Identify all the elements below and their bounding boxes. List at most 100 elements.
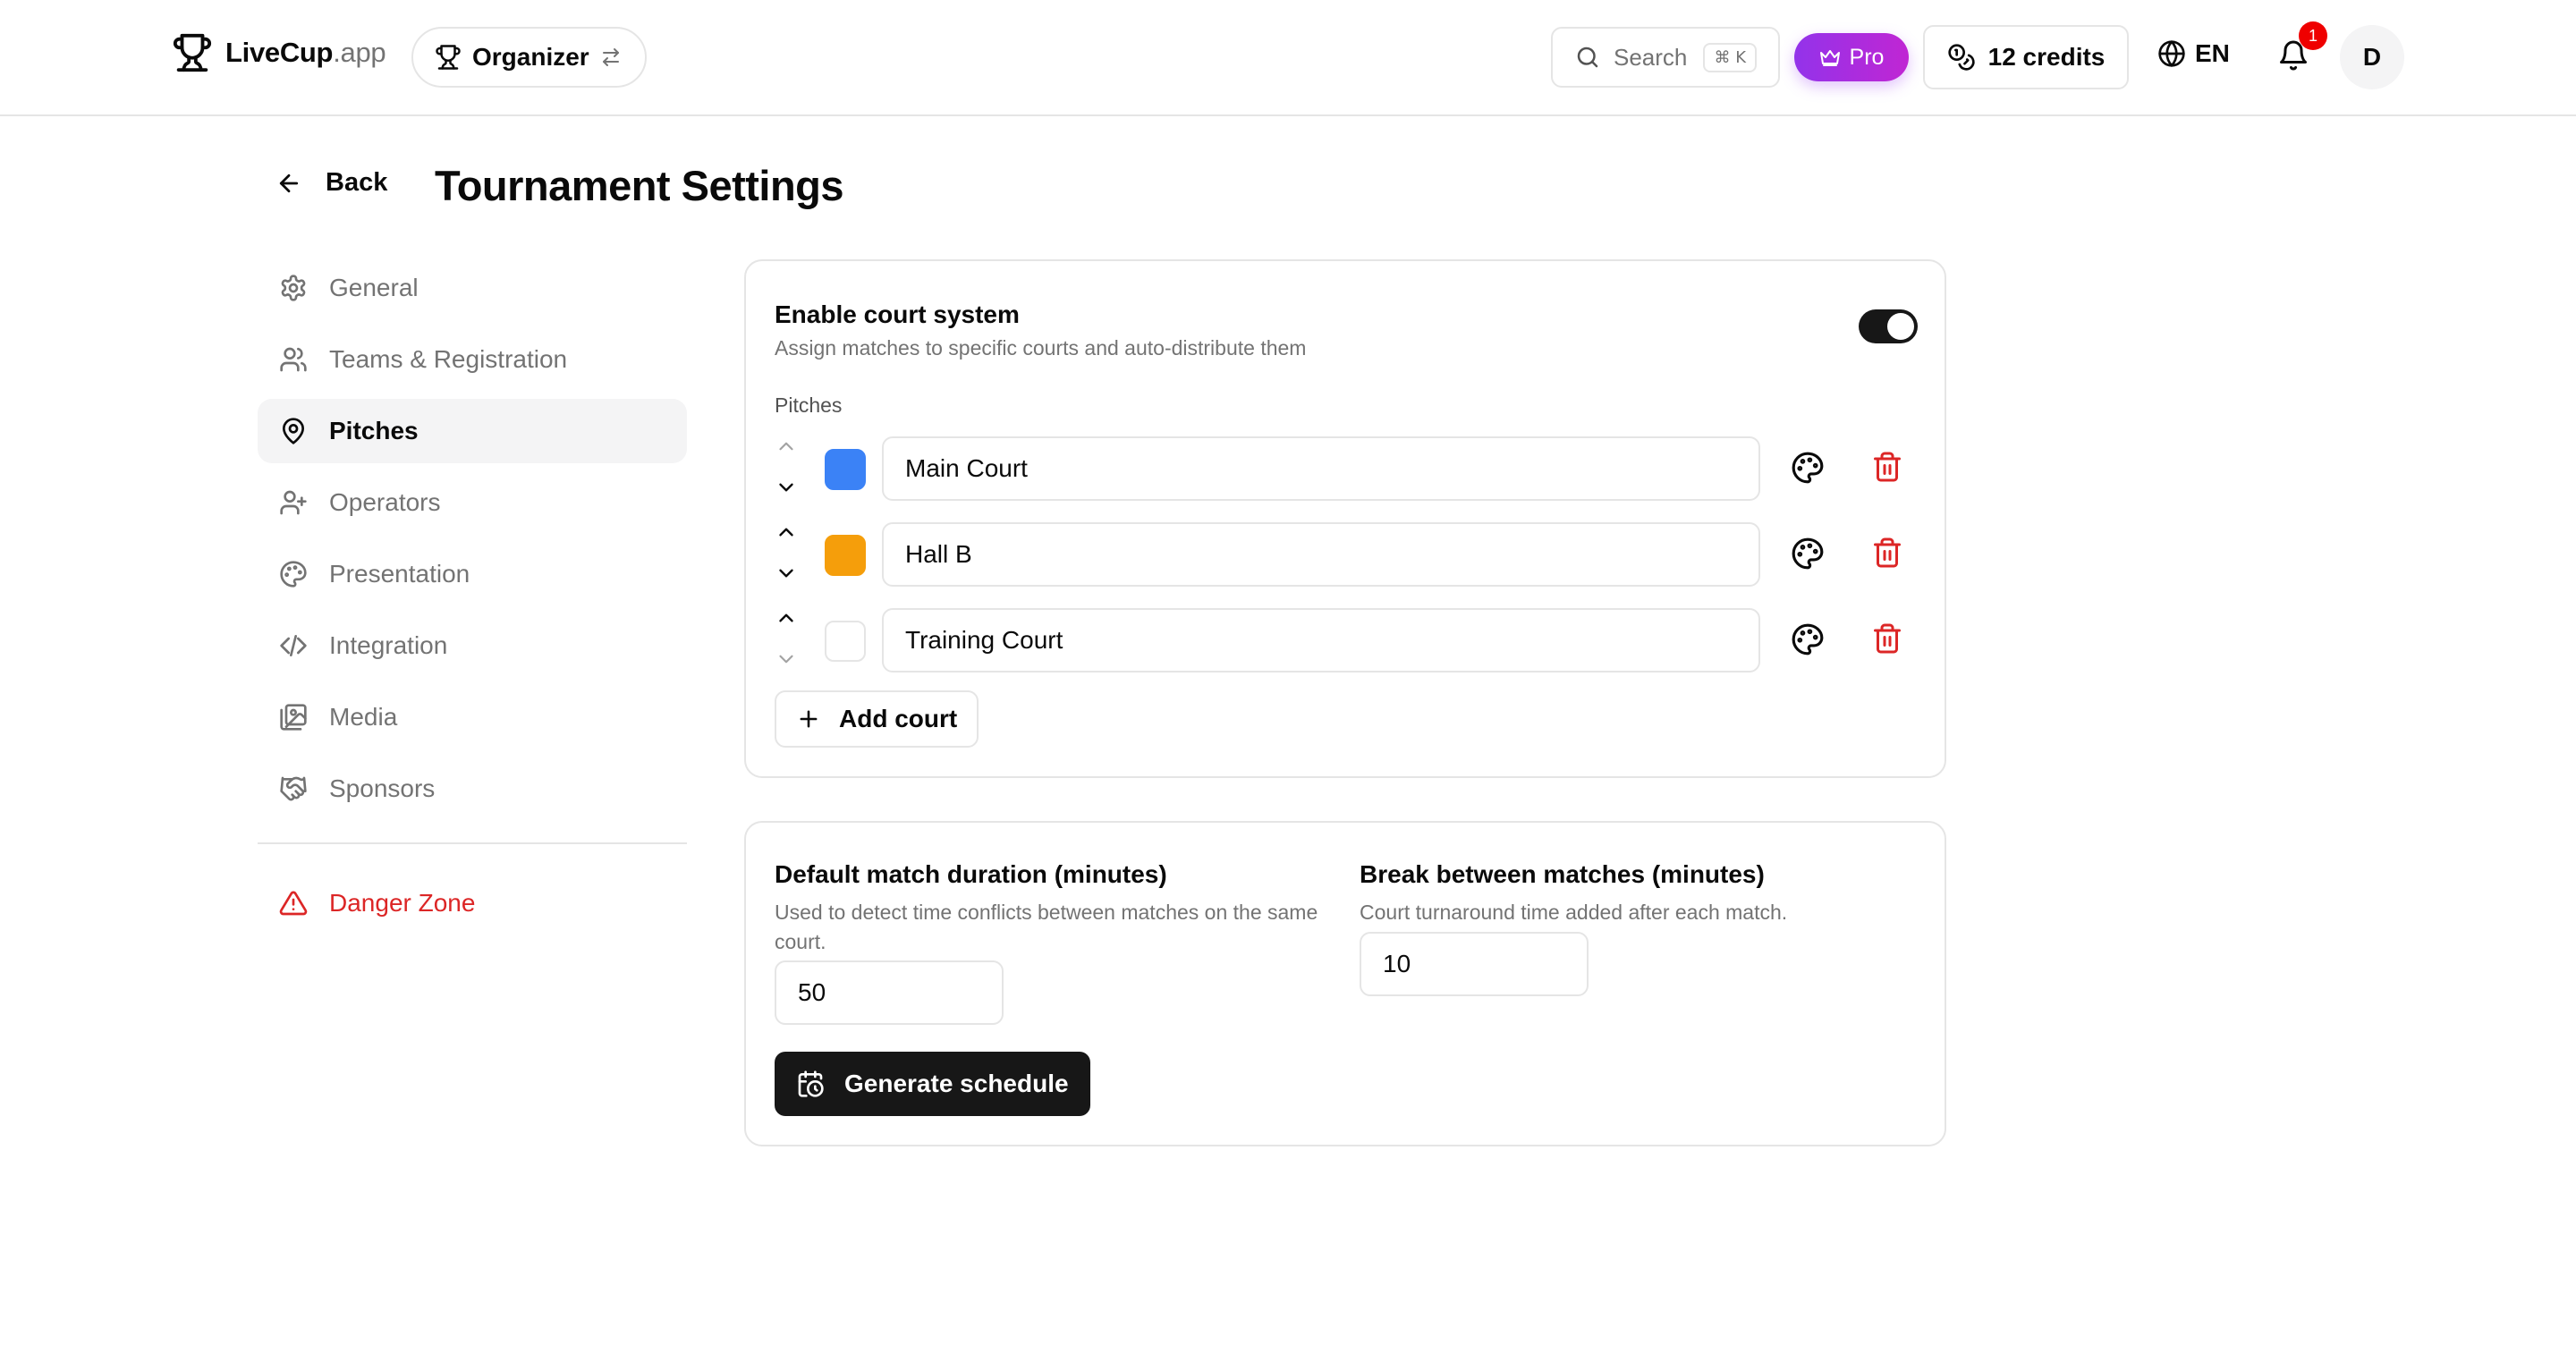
images-icon (279, 703, 308, 732)
search-icon (1574, 44, 1601, 71)
trash-icon[interactable] (1871, 537, 1903, 569)
court-name-input[interactable]: Hall B (882, 522, 1760, 587)
generate-schedule-label: Generate schedule (844, 1070, 1069, 1097)
map-pin-icon (279, 417, 308, 445)
sidebar-item-label: Danger Zone (329, 889, 476, 917)
sidebar-item-operators[interactable]: Operators (258, 470, 687, 535)
sidebar-item-pitches[interactable]: Pitches (258, 399, 687, 463)
sidebar-item-label: Operators (329, 488, 441, 516)
users-icon (279, 345, 308, 374)
pitches-label: Pitches (775, 393, 843, 417)
chevron-up-icon[interactable] (775, 435, 798, 458)
logo-text: LiveCup.app (225, 37, 386, 68)
break-duration-description: Court turnaround time added after each m… (1360, 901, 1788, 924)
language-label: EN (2195, 39, 2230, 67)
search-shortcut: ⌘ K (1703, 42, 1757, 72)
palette-icon[interactable] (1791, 622, 1825, 656)
palette-icon[interactable] (1791, 451, 1825, 485)
break-duration-field: Break between matches (minutes) Court tu… (1360, 860, 1914, 927)
court-row: Main Court (775, 436, 1919, 501)
sidebar-item-general[interactable]: General (258, 256, 687, 320)
calendar-clock-icon (796, 1070, 825, 1098)
coins-icon (1947, 43, 1976, 72)
match-duration-description: Used to detect time conflicts between ma… (775, 901, 1318, 953)
handshake-icon (279, 774, 308, 803)
plus-icon (796, 706, 821, 732)
generate-schedule-button[interactable]: Generate schedule (775, 1052, 1090, 1116)
sidebar-item-sponsors[interactable]: Sponsors (258, 757, 687, 821)
avatar[interactable]: D (2340, 25, 2404, 89)
pro-badge[interactable]: Pro (1794, 33, 1909, 81)
top-header: LiveCup.app Organizer Search ⌘ K Pro 12 … (0, 0, 2576, 116)
sidebar-item-label: Presentation (329, 560, 470, 588)
reorder-controls (775, 520, 798, 588)
sidebar-item-label: General (329, 274, 419, 301)
code-icon (279, 631, 308, 660)
search-placeholder: Search (1614, 43, 1688, 71)
pro-label: Pro (1849, 44, 1885, 70)
arrow-left-icon (275, 170, 302, 197)
page-title: Tournament Settings (435, 162, 844, 209)
sidebar-item-teams-registration[interactable]: Teams & Registration (258, 327, 687, 392)
swap-arrows-icon (600, 47, 622, 68)
toggle-knob (1887, 313, 1914, 340)
settings-sidebar: General Teams & Registration Pitches Ope… (258, 256, 687, 943)
trash-icon[interactable] (1871, 451, 1903, 483)
trophy-icon (435, 44, 462, 71)
reorder-controls (775, 606, 798, 674)
add-court-label: Add court (839, 705, 958, 732)
court-system-title: Enable court system (775, 300, 1020, 328)
add-court-button[interactable]: Add court (775, 690, 979, 748)
credits-button[interactable]: 12 credits (1923, 25, 2129, 89)
match-duration-input[interactable]: 50 (775, 960, 1004, 1025)
sidebar-item-label: Sponsors (329, 774, 436, 802)
credits-label: 12 credits (1987, 43, 2106, 71)
crown-icon (1819, 47, 1841, 68)
notification-badge: 1 (2299, 21, 2327, 50)
palette-icon[interactable] (1791, 537, 1825, 571)
court-name-input[interactable]: Training Court (882, 608, 1760, 672)
palette-icon (279, 560, 308, 588)
court-system-card: Enable court system Assign matches to sp… (744, 259, 1946, 778)
court-row: Hall B (775, 522, 1919, 587)
sidebar-item-label: Teams & Registration (329, 345, 568, 373)
language-switcher[interactable]: EN (2157, 39, 2230, 68)
gear-icon (279, 274, 308, 302)
court-system-toggle[interactable] (1859, 309, 1918, 343)
break-duration-title: Break between matches (minutes) (1360, 860, 1765, 888)
back-label: Back (326, 168, 388, 197)
search-button[interactable]: Search ⌘ K (1551, 27, 1780, 88)
trophy-icon (172, 32, 213, 73)
chevron-down-icon[interactable] (775, 562, 798, 585)
chevron-up-icon[interactable] (775, 606, 798, 630)
sidebar-item-label: Integration (329, 631, 448, 659)
logo[interactable]: LiveCup.app (172, 32, 386, 73)
court-row: Training Court (775, 608, 1919, 672)
match-duration-field: Default match duration (minutes) Used to… (775, 860, 1329, 957)
court-system-description: Assign matches to specific courts and au… (775, 336, 1307, 360)
court-name-input[interactable]: Main Court (882, 436, 1760, 501)
warning-triangle-icon (279, 889, 308, 918)
sidebar-divider (258, 842, 687, 844)
match-duration-title: Default match duration (minutes) (775, 860, 1167, 888)
globe-icon (2157, 39, 2186, 68)
user-plus-icon (279, 488, 308, 517)
sidebar-item-integration[interactable]: Integration (258, 613, 687, 678)
court-color-swatch[interactable] (825, 621, 866, 662)
court-color-swatch[interactable] (825, 535, 866, 576)
sidebar-item-danger-zone[interactable]: Danger Zone (258, 871, 687, 935)
chevron-up-icon[interactable] (775, 520, 798, 544)
trash-icon[interactable] (1871, 622, 1903, 655)
sidebar-item-media[interactable]: Media (258, 685, 687, 749)
sidebar-item-label: Media (329, 703, 398, 731)
sidebar-item-presentation[interactable]: Presentation (258, 542, 687, 606)
role-switcher[interactable]: Organizer (411, 27, 647, 88)
schedule-card: Default match duration (minutes) Used to… (744, 821, 1946, 1146)
chevron-down-icon[interactable] (775, 476, 798, 499)
back-button[interactable]: Back (275, 168, 387, 198)
role-label: Organizer (472, 43, 589, 71)
reorder-controls (775, 435, 798, 503)
chevron-down-icon[interactable] (775, 647, 798, 671)
court-color-swatch[interactable] (825, 449, 866, 490)
break-duration-input[interactable]: 10 (1360, 932, 1589, 996)
